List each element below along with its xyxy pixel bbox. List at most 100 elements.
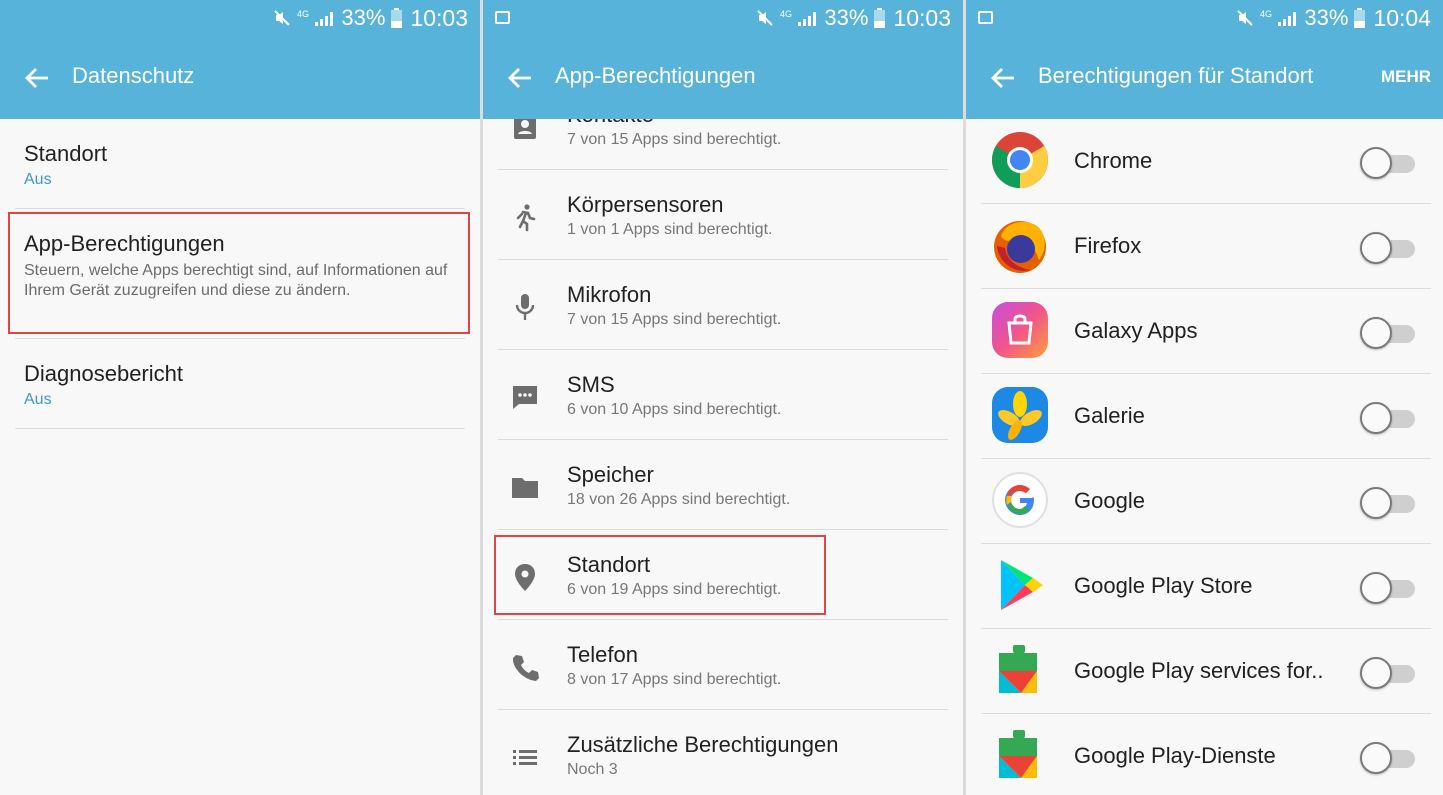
status-bar: 4G 33% 10:03	[0, 0, 480, 36]
app-row-galaxy-apps[interactable]: Galaxy Apps	[981, 289, 1431, 374]
permission-count: 8 von 17 Apps sind berechtigt.	[567, 671, 782, 688]
battery-icon	[1354, 8, 1366, 28]
app-row-google-play-store[interactable]: Google Play Store	[981, 544, 1431, 629]
permission-count: 7 von 15 Apps sind berechtigt.	[567, 311, 782, 328]
battery-percent: 33%	[341, 5, 386, 30]
play-services-icon	[999, 645, 1037, 693]
page-title: App-Berechtigungen	[555, 63, 756, 88]
highlight-box	[494, 535, 826, 615]
network-4g-icon: 4G	[780, 9, 817, 26]
permission-count: 18 von 26 Apps sind berechtigt.	[567, 491, 791, 508]
highlight-box	[8, 212, 470, 334]
app-name: Google Play Store	[1074, 573, 1253, 598]
battery-icon	[874, 8, 886, 28]
permission-title: Telefon	[567, 642, 638, 667]
item-title: Standort	[24, 141, 108, 166]
permission-row-mikrofon[interactable]: Mikrofon 7 von 15 Apps sind berechtigt.	[498, 260, 948, 350]
app-name: Galaxy Apps	[1074, 318, 1198, 343]
app-row-chrome[interactable]: Chrome	[981, 119, 1431, 204]
image-notification-icon	[978, 11, 993, 24]
screen-berechtigungen-standort: 4G 33% 10:04 Berechtigungen für Standort…	[966, 0, 1443, 795]
gallery-icon	[992, 387, 1048, 443]
permission-toggle[interactable]	[1360, 146, 1418, 180]
permission-toggle[interactable]	[1360, 741, 1418, 775]
app-row-galerie[interactable]: Galerie	[981, 374, 1431, 459]
divider	[15, 428, 465, 429]
app-row-google-play-dienste[interactable]: Google Play-Dienste	[981, 714, 1431, 795]
app-name: Google Play services for..	[1074, 658, 1324, 683]
permission-title: Speicher	[567, 462, 654, 487]
battery-icon	[391, 8, 403, 28]
sms-icon	[513, 386, 537, 409]
permission-toggle[interactable]	[1360, 571, 1418, 605]
network-label: 4G	[1260, 9, 1272, 19]
app-name: Galerie	[1074, 403, 1145, 428]
app-row-google-play-services[interactable]: Google Play services for..	[981, 629, 1431, 714]
clock: 10:03	[410, 4, 468, 31]
image-notification-icon	[495, 11, 510, 24]
app-row-firefox[interactable]: Firefox	[981, 204, 1431, 289]
list-item-diagnosebericht[interactable]: Diagnosebericht Aus	[15, 339, 465, 429]
permission-list: Kontakte 7 von 15 Apps sind berechtigt. …	[483, 119, 963, 795]
permission-row-koerpersensoren[interactable]: Körpersensoren 1 von 1 Apps sind berecht…	[498, 170, 948, 260]
permission-row-sms[interactable]: SMS 6 von 10 Apps sind berechtigt.	[498, 350, 948, 440]
permission-count: 6 von 10 Apps sind berechtigt.	[567, 401, 782, 418]
item-status: Aus	[24, 391, 52, 408]
permission-count: Noch 3	[567, 761, 618, 778]
screen-app-berechtigungen: 4G 33% 10:03 App-Berechtigungen Kontakte…	[483, 0, 963, 795]
page-title: Datenschutz	[72, 63, 195, 88]
permission-toggle[interactable]	[1360, 656, 1418, 690]
permission-title: Mikrofon	[567, 282, 652, 307]
app-bar: Datenschutz	[0, 36, 480, 119]
permission-title: Zusätzliche Berechtigungen	[567, 732, 839, 757]
permission-toggle[interactable]	[1360, 231, 1418, 265]
permission-title: SMS	[567, 372, 615, 397]
permission-toggle[interactable]	[1360, 401, 1418, 435]
permission-row-kontakte[interactable]: Kontakte 7 von 15 Apps sind berechtigt.	[498, 119, 948, 170]
contacts-icon	[514, 119, 536, 139]
app-row-google[interactable]: Google	[981, 459, 1431, 544]
permission-title: Kontakte	[567, 119, 654, 128]
permission-toggle[interactable]	[1360, 316, 1418, 350]
item-title: Diagnosebericht	[24, 361, 183, 386]
permission-title: Körpersensoren	[567, 192, 724, 217]
item-status: Aus	[24, 171, 52, 188]
page-title: Berechtigungen für Standort	[1038, 63, 1314, 88]
app-permission-list: Chrome Firefox Galaxy Apps Galerie Googl…	[966, 119, 1443, 795]
play-store-icon	[1001, 560, 1043, 610]
firefox-icon	[994, 221, 1046, 273]
app-bar: Berechtigungen für Standort MEHR	[966, 36, 1443, 119]
app-name: Firefox	[1074, 233, 1142, 258]
more-button[interactable]: MEHR	[1381, 67, 1431, 87]
status-bar: 4G 33% 10:03	[483, 0, 963, 36]
mute-icon	[757, 10, 774, 26]
clock: 10:04	[1373, 4, 1431, 31]
back-arrow-icon[interactable]	[505, 63, 535, 93]
battery-percent: 33%	[1304, 5, 1349, 30]
chrome-icon	[992, 132, 1048, 188]
screen-datenschutz: 4G 33% 10:03 Datenschutz Standort Aus Ap…	[0, 0, 480, 795]
permission-count: 1 von 1 Apps sind berechtigt.	[567, 221, 773, 238]
settings-list: Standort Aus App-Berechtigungen Steuern,…	[0, 119, 480, 795]
clock: 10:03	[893, 4, 951, 31]
back-arrow-icon[interactable]	[988, 63, 1018, 93]
permission-row-telefon[interactable]: Telefon 8 von 17 Apps sind berechtigt.	[498, 620, 948, 710]
back-arrow-icon[interactable]	[22, 63, 52, 93]
list-icon	[513, 750, 537, 765]
mute-icon	[1237, 10, 1254, 26]
phone-icon	[512, 655, 539, 681]
network-label: 4G	[297, 9, 309, 19]
permission-count: 7 von 15 Apps sind berechtigt.	[567, 131, 782, 148]
battery-percent: 33%	[824, 5, 869, 30]
permission-row-speicher[interactable]: Speicher 18 von 26 Apps sind berechtigt.	[498, 440, 948, 530]
folder-icon	[512, 478, 538, 498]
permission-toggle[interactable]	[1360, 486, 1418, 520]
network-4g-icon: 4G	[1260, 9, 1297, 26]
play-services-icon	[999, 730, 1037, 778]
microphone-icon	[515, 294, 535, 320]
list-item-standort[interactable]: Standort Aus	[15, 119, 465, 209]
app-bar: App-Berechtigungen	[483, 36, 963, 119]
google-icon	[992, 472, 1048, 528]
permission-row-zusaetzliche[interactable]: Zusätzliche Berechtigungen Noch 3	[498, 710, 948, 795]
app-name: Google Play-Dienste	[1074, 743, 1276, 768]
